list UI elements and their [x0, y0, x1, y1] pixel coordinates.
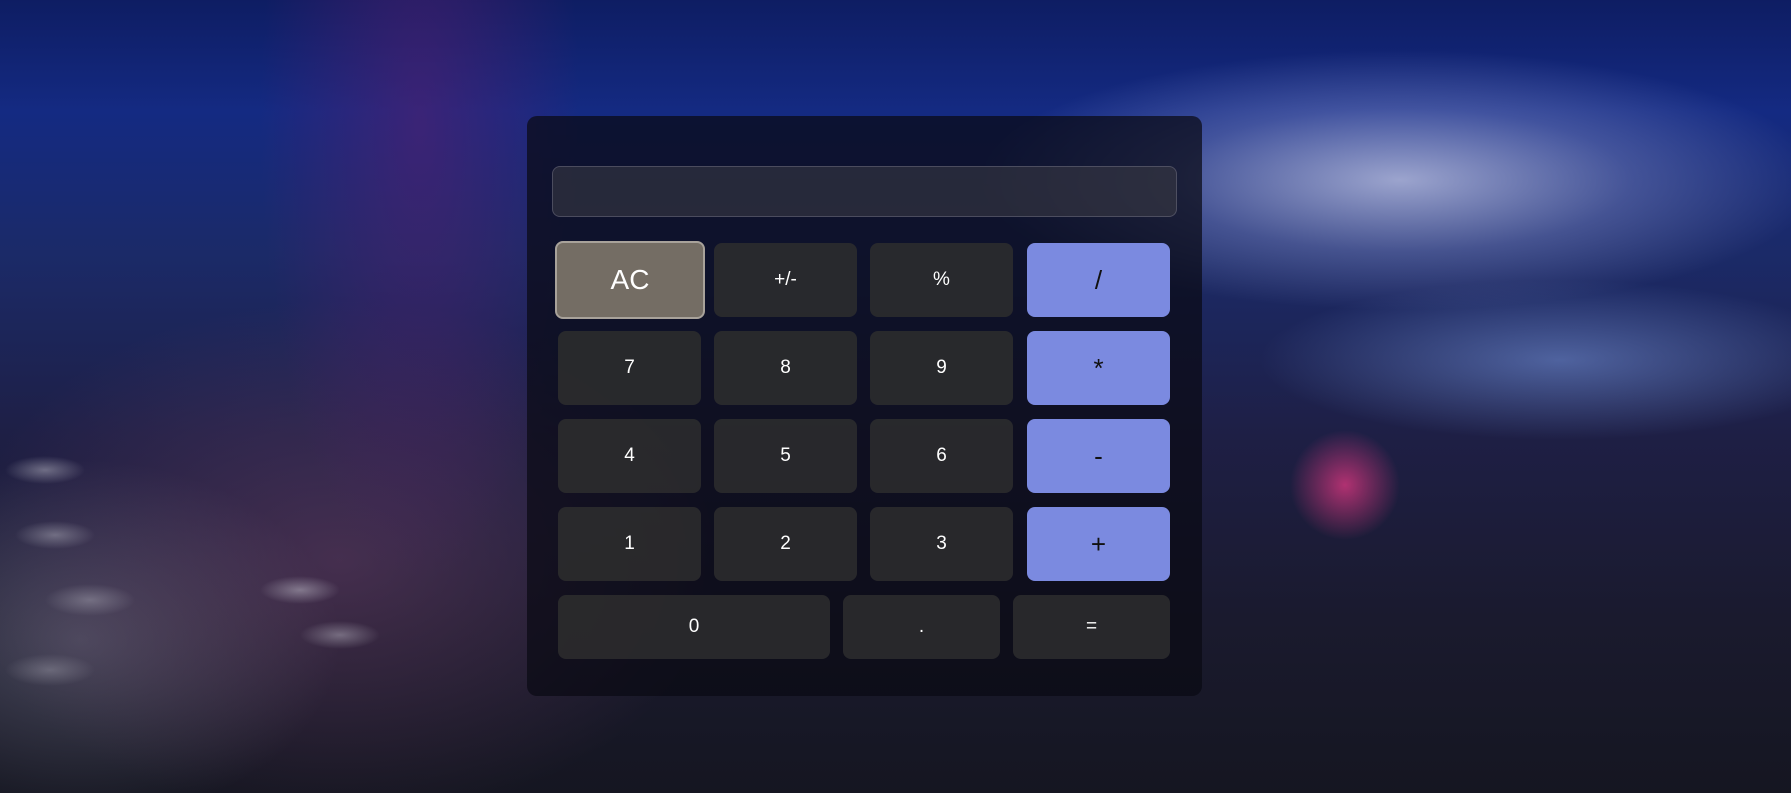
digit-5-button[interactable]: 5 [714, 419, 857, 493]
digit-7-button[interactable]: 7 [558, 331, 701, 405]
calculator-display[interactable] [552, 166, 1177, 217]
digit-6-button[interactable]: 6 [870, 419, 1013, 493]
digit-8-button[interactable]: 8 [714, 331, 857, 405]
digit-0-button[interactable]: 0 [558, 595, 830, 659]
subtract-button[interactable]: - [1027, 419, 1170, 493]
decimal-button[interactable]: . [843, 595, 1000, 659]
digit-3-button[interactable]: 3 [870, 507, 1013, 581]
percent-button[interactable]: % [870, 243, 1013, 317]
clear-button[interactable]: AC [555, 241, 705, 319]
digit-1-button[interactable]: 1 [558, 507, 701, 581]
digit-9-button[interactable]: 9 [870, 331, 1013, 405]
digit-4-button[interactable]: 4 [558, 419, 701, 493]
multiply-button[interactable]: * [1027, 331, 1170, 405]
calculator: AC +/- % / 7 8 9 * 4 5 6 - 1 2 3 + 0 . = [527, 116, 1202, 696]
digit-2-button[interactable]: 2 [714, 507, 857, 581]
toggle-sign-button[interactable]: +/- [714, 243, 857, 317]
equals-button[interactable]: = [1013, 595, 1170, 659]
divide-button[interactable]: / [1027, 243, 1170, 317]
background-keyboard [0, 430, 420, 793]
add-button[interactable]: + [1027, 507, 1170, 581]
